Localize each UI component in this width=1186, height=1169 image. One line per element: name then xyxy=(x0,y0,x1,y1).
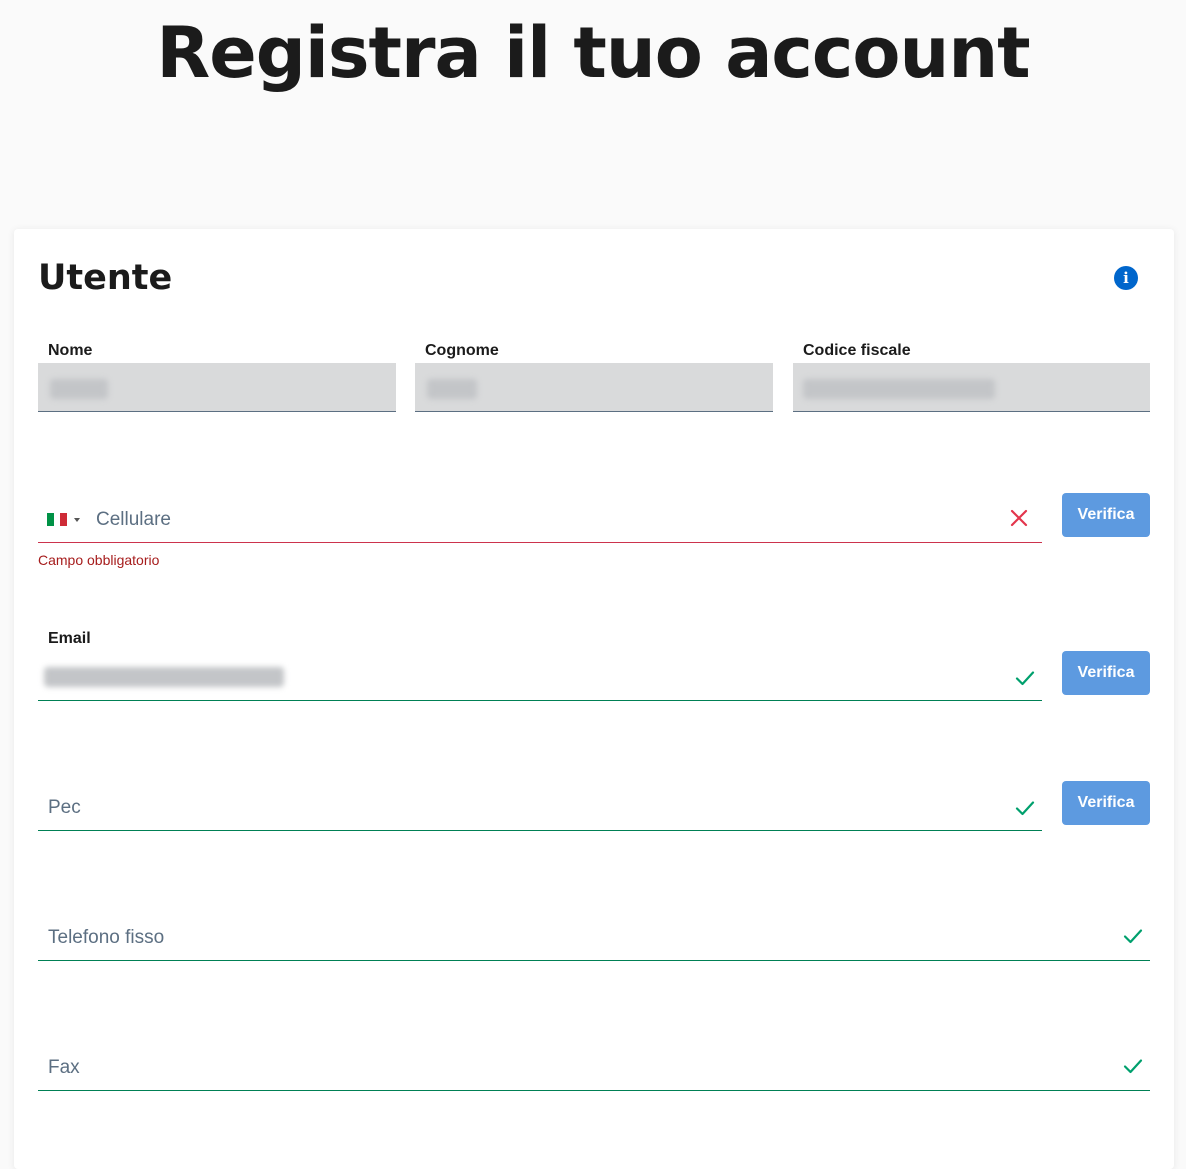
cellulare-error-message: Campo obbligatorio xyxy=(38,552,160,568)
codice-fiscale-readonly-input xyxy=(793,363,1150,412)
nome-label: Nome xyxy=(48,342,93,359)
cellulare-input[interactable]: Cellulare xyxy=(96,509,171,531)
section-title: Utente xyxy=(38,258,173,298)
user-card: Utente i Nome Cognome Codice fiscale Cel… xyxy=(14,229,1174,1169)
email-field[interactable] xyxy=(38,653,1042,701)
email-label: Email xyxy=(48,630,91,647)
pec-field: Pec xyxy=(38,783,1042,831)
check-icon xyxy=(1015,801,1035,816)
info-icon[interactable]: i xyxy=(1114,266,1138,290)
pec-input[interactable]: Pec xyxy=(48,797,81,819)
redacted-value xyxy=(50,379,108,399)
cognome-readonly-input xyxy=(415,363,773,412)
fax-field: Fax xyxy=(38,1043,1150,1091)
close-icon xyxy=(1010,509,1028,527)
check-icon xyxy=(1123,929,1143,944)
telefono-fisso-input[interactable]: Telefono fisso xyxy=(48,927,164,949)
email-verify-button[interactable]: Verifica xyxy=(1062,651,1150,695)
fax-input[interactable]: Fax xyxy=(48,1057,80,1079)
check-icon xyxy=(1123,1059,1143,1074)
redacted-value xyxy=(427,379,477,399)
nome-readonly-input xyxy=(38,363,396,412)
redacted-value xyxy=(803,379,995,399)
telefono-fisso-field: Telefono fisso xyxy=(38,913,1150,961)
cognome-label: Cognome xyxy=(425,342,499,359)
country-selector[interactable] xyxy=(38,495,86,543)
redacted-value xyxy=(44,667,284,687)
italy-flag-icon xyxy=(47,513,68,526)
caret-down-icon xyxy=(74,518,80,522)
codice-fiscale-field: Codice fiscale xyxy=(793,341,1150,413)
cellulare-verify-button[interactable]: Verifica xyxy=(1062,493,1150,537)
nome-field: Nome xyxy=(38,341,396,413)
codice-fiscale-label: Codice fiscale xyxy=(803,342,911,359)
page-title: Registra il tuo account xyxy=(156,12,1030,94)
cellulare-field: Cellulare xyxy=(38,495,1042,543)
pec-verify-button[interactable]: Verifica xyxy=(1062,781,1150,825)
check-icon xyxy=(1015,671,1035,686)
cognome-field: Cognome xyxy=(415,341,773,413)
